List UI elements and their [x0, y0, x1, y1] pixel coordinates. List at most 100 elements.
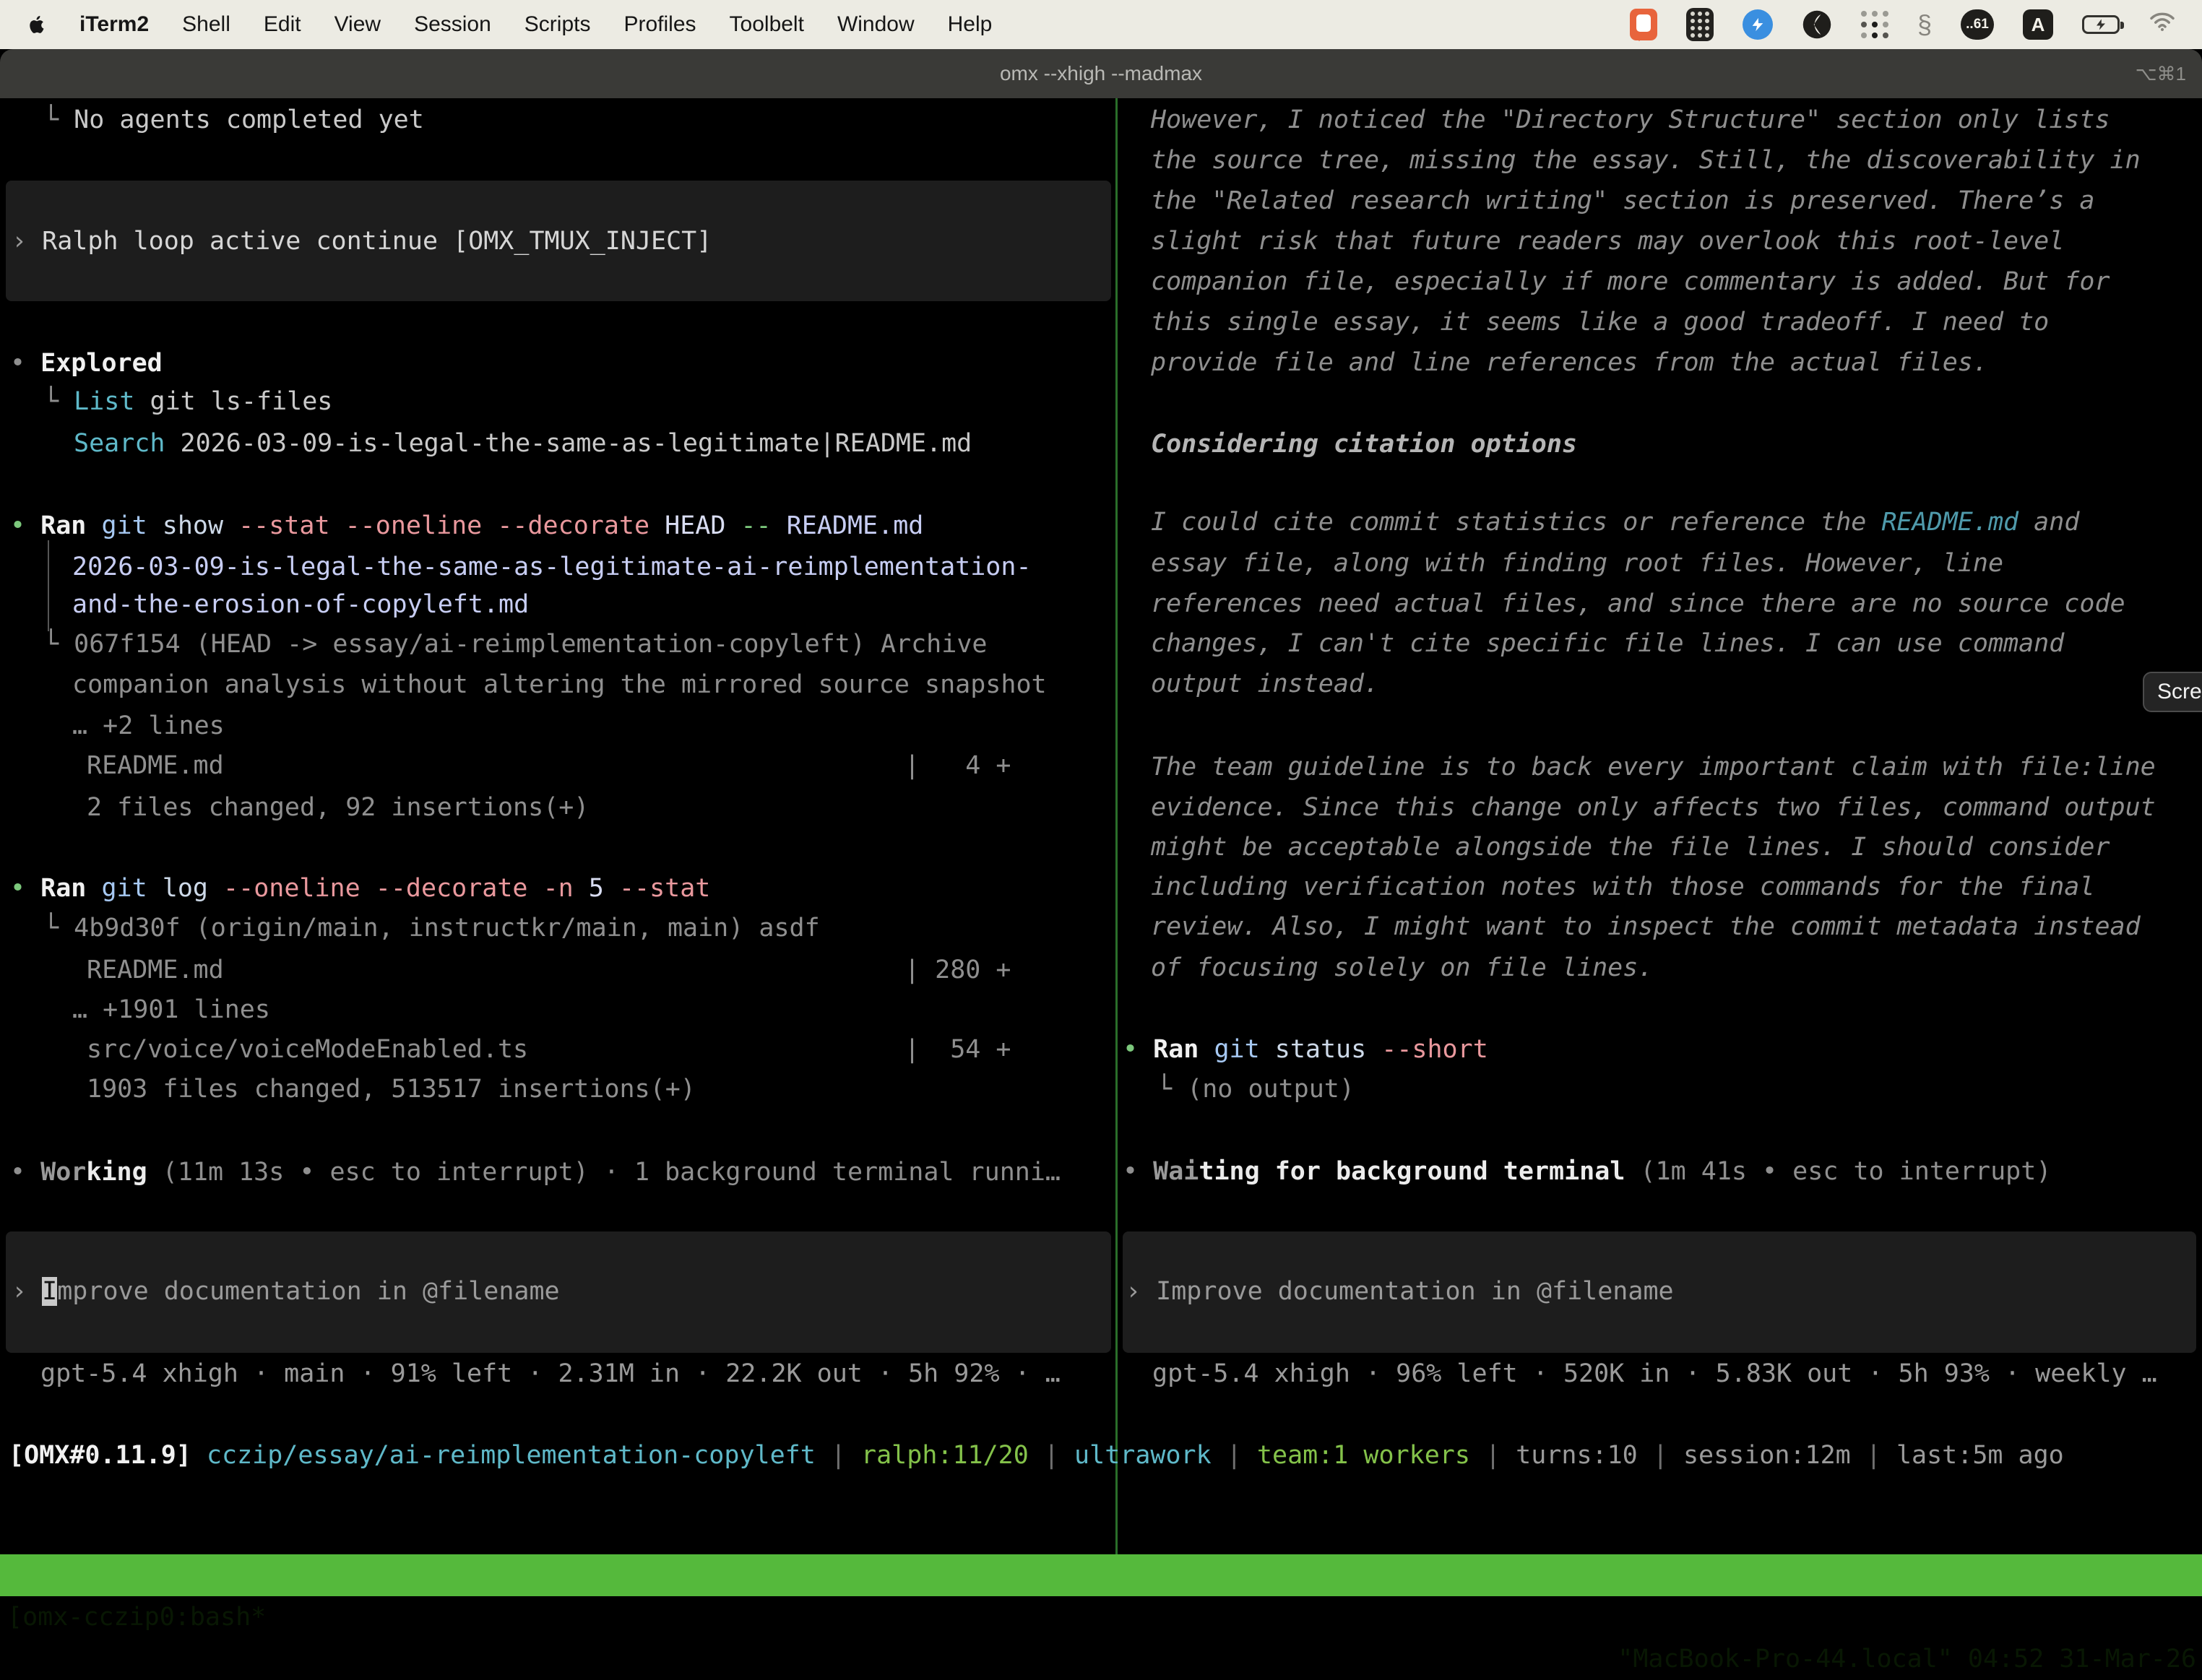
- ran-label: Ran: [40, 511, 101, 540]
- show-stat-count: | 4 +: [904, 745, 1011, 786]
- git-token: git: [101, 874, 162, 903]
- separator: |: [1851, 1441, 1896, 1470]
- menu-item-iterm2[interactable]: iTerm2: [79, 12, 149, 37]
- explored-header: • Explored: [10, 343, 163, 384]
- bullet-icon: •: [10, 349, 40, 378]
- lightning-badge-icon[interactable]: [1743, 9, 1773, 40]
- omx-status-line: [OMX#0.11.9] cczip/essay/ai-reimplementa…: [9, 1435, 2064, 1476]
- reasoning-para3-line6: of focusing solely on file lines.: [1151, 948, 1653, 988]
- menu-item-profiles[interactable]: Profiles: [623, 12, 696, 37]
- omx-version-badge: [OMX#0.11.9]: [9, 1441, 207, 1470]
- show-output-message: companion analysis without altering the …: [72, 664, 1047, 705]
- ralph-loop-text: Ralph loop active continue [OMX_TMUX_INJ…: [42, 227, 712, 256]
- show-stat-filename: README.md: [87, 745, 224, 786]
- log-stat-summary: 1903 files changed, 513517 insertions(+): [87, 1069, 696, 1109]
- reasoning-heading: Considering citation options: [1151, 424, 1577, 464]
- reasoning-para2-line3: references need actual files, and since …: [1151, 584, 2125, 624]
- text-cursor[interactable]: I: [42, 1277, 57, 1306]
- menu-item-shell[interactable]: Shell: [182, 12, 230, 37]
- reasoning-para2-line5: output instead.: [1151, 664, 1379, 704]
- pane-divider: [1115, 98, 1118, 1554]
- menu-item-scripts[interactable]: Scripts: [524, 12, 591, 37]
- menu-item-edit[interactable]: Edit: [264, 12, 301, 37]
- left-prompt-line[interactable]: › Improve documentation in @filename: [12, 1271, 560, 1312]
- search-verb: Search: [74, 429, 181, 458]
- menu-item-window[interactable]: Window: [837, 12, 915, 37]
- git-show-command-line: • Ran git show --stat --oneline --decora…: [10, 506, 923, 546]
- bullet-icon: •: [1123, 1035, 1153, 1064]
- screen-notification-chip[interactable]: Scre: [2143, 672, 2202, 712]
- agents-note-text: No agents completed yet: [74, 105, 424, 134]
- commit-hash-text: 4b9d30f (origin/main, instructkr/main, m…: [74, 914, 820, 943]
- menu-bar: iTerm2 Shell Edit View Session Scripts P…: [0, 0, 2202, 49]
- explored-list-row: └ List git ls-files: [43, 381, 332, 422]
- reasoning-para1-line2: the source tree, missing the essay. Stil…: [1151, 140, 2141, 181]
- explored-search-row: Search 2026-03-09-is-legal-the-same-as-l…: [74, 423, 972, 464]
- no-output-text: (no output): [1187, 1075, 1355, 1104]
- log-output-more: … +1901 lines: [72, 990, 270, 1030]
- working-status-line: • Working (11m 13s • esc to interrupt) ·…: [10, 1152, 1061, 1192]
- head-token: HEAD: [665, 511, 741, 540]
- ralph-loop-line: › Ralph loop active continue [OMX_TMUX_I…: [12, 221, 712, 261]
- tree-corner-glyph: └: [43, 914, 74, 943]
- dots-grid-icon[interactable]: [1861, 11, 1888, 38]
- show-output-filename-1: 2026-03-09-is-legal-the-same-as-legitima…: [72, 547, 1032, 587]
- window-shortcut-hint: ⌥⌘1: [2136, 49, 2186, 98]
- ran-label: Ran: [40, 874, 101, 903]
- git-status-command-line: • Ran git status --short: [1123, 1029, 1488, 1070]
- menu-item-help[interactable]: Help: [948, 12, 993, 37]
- right-prompt-line[interactable]: › Improve documentation in @filename: [1126, 1271, 1674, 1312]
- flags-token: --oneline --decorate: [223, 874, 543, 903]
- menu-item-toolbelt[interactable]: Toolbelt: [730, 12, 804, 37]
- tmux-status-bar: [omx-cczip0:bash* "MacBook-Pro-44.local"…: [0, 1554, 2202, 1596]
- subcommand-token: log: [163, 874, 223, 903]
- chat-app-icon[interactable]: [1630, 9, 1657, 40]
- separator: |: [1470, 1441, 1516, 1470]
- log-stat-filename-1: README.md: [87, 950, 224, 990]
- stat-flag-token: --stat: [619, 874, 710, 903]
- window-title: omx --xhigh --madmax: [1000, 62, 1202, 85]
- bullet-icon: •: [1123, 1157, 1153, 1186]
- waiting-word-bright: ting for background terminal: [1199, 1157, 1625, 1186]
- reasoning-para2-line1: I could cite commit statistics or refere…: [1151, 502, 2079, 542]
- subcommand-token: status: [1275, 1035, 1382, 1064]
- bullet-icon: •: [10, 1158, 40, 1187]
- para2-pre-text: I could cite commit statistics or refere…: [1151, 508, 1881, 537]
- omx-session-time: session:12m: [1683, 1441, 1851, 1470]
- flags-token: --stat --oneline --decorate: [238, 511, 665, 540]
- a-key-badge-icon[interactable]: A: [2023, 9, 2053, 40]
- reasoning-para1-line7: provide file and line references from th…: [1151, 342, 1988, 383]
- menu-status-tray: § ..61 A: [1630, 8, 2176, 41]
- hook-icon[interactable]: §: [1917, 9, 1932, 40]
- separator: |: [1029, 1441, 1074, 1470]
- battery-icon[interactable]: [2082, 15, 2120, 34]
- ran-label: Ran: [1153, 1035, 1214, 1064]
- reasoning-para1-line6: this single essay, it seems like a good …: [1151, 302, 2049, 342]
- omx-mode-label: ultrawork: [1074, 1441, 1212, 1470]
- wifi-icon[interactable]: [2149, 11, 2176, 38]
- git-token: git: [1214, 1035, 1274, 1064]
- tmux-session-window[interactable]: [omx-cczip0:bash*: [7, 1596, 266, 1638]
- working-word-dim: Wor: [40, 1158, 86, 1187]
- percent-badge-icon[interactable]: ..61: [1961, 9, 1994, 40]
- tree-corner-glyph: └: [43, 630, 74, 659]
- keypad-app-icon[interactable]: [1686, 8, 1714, 41]
- omx-turns: turns:10: [1516, 1441, 1638, 1470]
- readme-link[interactable]: README.md: [1881, 508, 2019, 537]
- menu-item-session[interactable]: Session: [414, 12, 491, 37]
- log-stat-filename-2: src/voice/voiceModeEnabled.ts: [87, 1029, 528, 1070]
- prompt-chevron: ›: [12, 227, 42, 256]
- n-value-token: 5: [589, 874, 619, 903]
- menu-item-view[interactable]: View: [334, 12, 381, 37]
- bullet-icon: •: [10, 874, 40, 903]
- apple-icon[interactable]: [26, 12, 48, 37]
- ghost-suggestion-text: Improve documentation in @filename: [1156, 1277, 1673, 1306]
- separator: |: [816, 1441, 861, 1470]
- window-title-bar[interactable]: omx --xhigh --madmax ⌥⌘1: [0, 49, 2202, 98]
- search-args: 2026-03-09-is-legal-the-same-as-legitima…: [181, 429, 972, 458]
- right-session-status: gpt-5.4 xhigh · 96% left · 520K in · 5.8…: [1152, 1354, 2157, 1394]
- k-circle-icon[interactable]: [1802, 9, 1832, 40]
- tree-corner-glyph: └: [43, 387, 74, 416]
- ghost-suggestion-text: mprove documentation in @filename: [57, 1277, 559, 1306]
- reasoning-para3-line2: evidence. Since this change only affects…: [1151, 787, 2156, 828]
